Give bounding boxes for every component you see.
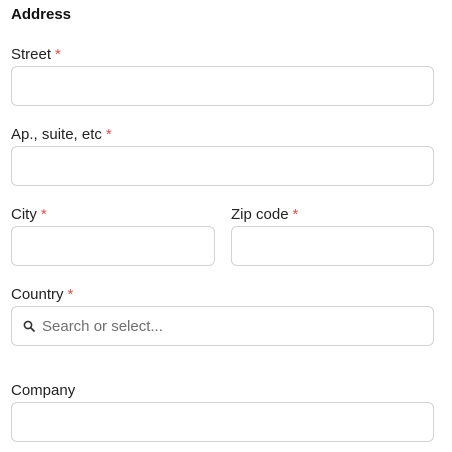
apartment-label: Ap., suite, etc * <box>11 126 112 143</box>
country-label-text: Country <box>11 286 64 303</box>
section-title: Address <box>11 6 72 23</box>
city-label: City * <box>11 206 47 223</box>
required-marker: * <box>55 46 61 63</box>
zip-label-text: Zip code <box>231 206 289 223</box>
required-marker: * <box>40 206 47 223</box>
required-marker: * <box>105 126 112 143</box>
zip-input[interactable] <box>231 226 434 266</box>
company-label: Company <box>11 382 75 399</box>
city-label-text: City <box>11 206 37 223</box>
city-input[interactable] <box>11 226 215 266</box>
address-form: Address Street * Ap., suite, etc * City * Z… <box>0 0 452 452</box>
street-label-text: Street <box>11 46 52 63</box>
apartment-input[interactable] <box>11 146 434 186</box>
country-select[interactable] <box>11 306 434 346</box>
apartment-label-text: Ap., suite, etc <box>11 126 102 143</box>
required-marker: * <box>292 206 299 223</box>
country-search-input[interactable] <box>42 307 422 345</box>
street-label: Street * <box>11 46 61 63</box>
zip-label: Zip code * <box>231 206 298 223</box>
required-marker: * <box>67 286 74 303</box>
country-label: Country * <box>11 286 73 303</box>
search-icon <box>23 320 35 332</box>
company-label-text: Company <box>11 382 76 399</box>
street-input[interactable] <box>11 66 434 106</box>
company-input[interactable] <box>11 402 434 442</box>
